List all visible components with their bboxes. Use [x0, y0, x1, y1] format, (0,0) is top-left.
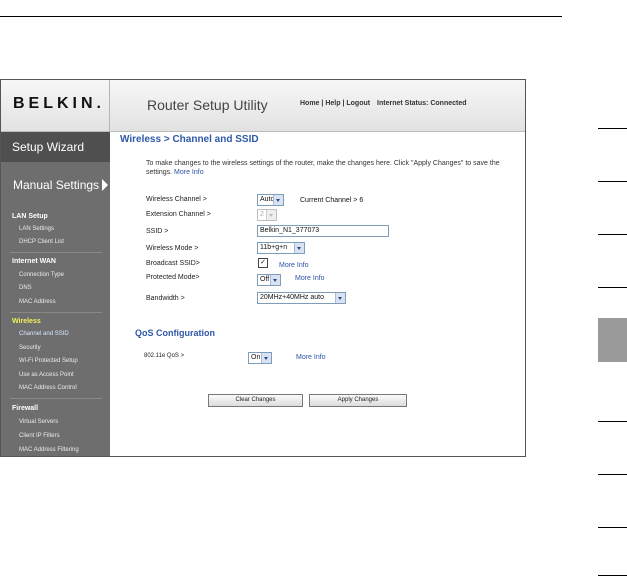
- sidebar-head-wireless[interactable]: Wireless: [12, 318, 41, 325]
- sidebar-item-dhcp-client-list[interactable]: DHCP Client List: [19, 239, 64, 245]
- sidebar-head-firewall[interactable]: Firewall: [12, 405, 38, 412]
- sidebar-item-mac-address-control[interactable]: MAC Address Control: [19, 385, 77, 391]
- sidebar-item-dns[interactable]: DNS: [19, 285, 32, 291]
- side-tab-marker: [598, 421, 627, 422]
- wireless-mode-value: 11b+g+n: [260, 244, 288, 251]
- sidebar-divider: [10, 398, 102, 399]
- broadcast-ssid-label: Broadcast SSID>: [146, 260, 200, 267]
- sidebar-divider: [10, 312, 102, 313]
- extension-channel-value: 2: [260, 211, 264, 218]
- wireless-mode-label: Wireless Mode >: [146, 245, 199, 252]
- internet-status-label: Internet Status:: [377, 100, 429, 107]
- chevron-down-icon: [335, 293, 345, 303]
- broadcast-ssid-checkbox[interactable]: ✓: [258, 258, 268, 268]
- side-tab-marker: [598, 575, 627, 576]
- top-nav: Home | Help | Logout Internet Status: Co…: [300, 100, 467, 107]
- setup-wizard-link[interactable]: Setup Wizard: [1, 132, 110, 162]
- sidebar-item-wifi-protected-setup[interactable]: Wi-Fi Protected Setup: [19, 358, 78, 364]
- apply-changes-button[interactable]: Apply Changes: [309, 394, 407, 407]
- top-rule: [0, 16, 562, 17]
- belkin-logo: BELKIN.: [13, 95, 105, 112]
- bandwidth-select[interactable]: 20MHz+40MHz auto: [257, 292, 346, 304]
- main-content: Wireless > Channel and SSID To make chan…: [111, 132, 525, 456]
- header-divider: [109, 80, 110, 131]
- ssid-input[interactable]: Belkin_N1_377073: [257, 225, 389, 237]
- broadcast-more-info-link[interactable]: More Info: [279, 262, 309, 269]
- manual-settings-label: Manual Settings: [13, 178, 100, 192]
- chevron-down-icon: [270, 275, 280, 285]
- help-link[interactable]: Help: [325, 100, 340, 107]
- bandwidth-value: 20MHz+40MHz auto: [260, 294, 325, 301]
- sidebar-head-lan-setup[interactable]: LAN Setup: [12, 213, 48, 220]
- qos-more-info-link[interactable]: More Info: [296, 354, 326, 361]
- intro-text: To make changes to the wireless settings…: [146, 159, 501, 177]
- wireless-mode-select[interactable]: 11b+g+n: [257, 242, 305, 254]
- extension-channel-select[interactable]: 2: [257, 209, 277, 221]
- side-tab-marker: [598, 474, 627, 475]
- internet-status-value: Connected: [430, 100, 467, 107]
- nav-separator: |: [321, 100, 324, 107]
- home-link[interactable]: Home: [300, 100, 319, 107]
- sidebar-item-channel-and-ssid[interactable]: Channel and SSID: [19, 331, 69, 337]
- sidebar-item-client-ip-filters[interactable]: Client IP Filters: [19, 433, 60, 439]
- current-channel-text: Current Channel > 6: [300, 197, 364, 204]
- protected-more-info-link[interactable]: More Info: [295, 275, 325, 282]
- sidebar-item-mac-address[interactable]: MAC Address: [19, 299, 56, 305]
- qos-section-title: QoS Configuration: [135, 328, 215, 338]
- sidebar-item-security[interactable]: Security: [19, 345, 41, 351]
- sidebar-item-connection-type[interactable]: Connection Type: [19, 272, 64, 278]
- app-title: Router Setup Utility: [147, 97, 268, 113]
- clear-changes-button[interactable]: Clear Changes: [208, 394, 303, 407]
- side-tab-marker: [598, 128, 627, 129]
- more-info-link[interactable]: More Info: [174, 169, 204, 176]
- nav-separator: |: [342, 100, 345, 107]
- sidebar-item-virtual-servers[interactable]: Virtual Servers: [19, 419, 58, 425]
- manual-settings-link[interactable]: Manual Settings: [13, 178, 109, 192]
- qos-select[interactable]: On: [248, 352, 272, 364]
- qos-label: 802.11e QoS >: [144, 353, 185, 359]
- side-tab-marker: [598, 527, 627, 528]
- protected-mode-label: Protected Mode>: [146, 274, 200, 281]
- qos-value: On: [251, 354, 261, 361]
- extension-channel-label: Extension Channel >: [146, 211, 211, 218]
- chevron-down-icon: [261, 353, 271, 363]
- chevron-down-icon: [266, 210, 276, 220]
- sidebar-item-mac-address-filtering[interactable]: MAC Address Filtering: [19, 447, 79, 453]
- bandwidth-label: Bandwidth >: [146, 295, 185, 302]
- side-tab-marker: [598, 234, 627, 235]
- arrow-right-icon: [102, 179, 109, 191]
- side-tab-marker: [598, 181, 627, 182]
- protected-mode-select[interactable]: Off: [257, 274, 281, 286]
- side-tab-marker: [598, 287, 627, 288]
- sidebar-item-lan-settings[interactable]: LAN Settings: [19, 226, 54, 232]
- sidebar: Setup Wizard Manual Settings LAN Setup L…: [1, 132, 110, 456]
- sidebar-item-use-as-access-point[interactable]: Use as Access Point: [19, 372, 74, 378]
- logout-link[interactable]: Logout: [346, 100, 370, 107]
- side-tab-active: [598, 318, 627, 362]
- sidebar-divider: [10, 252, 102, 253]
- router-window: BELKIN. Router Setup Utility Home | Help…: [0, 79, 526, 457]
- chevron-down-icon: [273, 195, 283, 205]
- wireless-channel-select[interactable]: Auto: [257, 194, 284, 206]
- ssid-label: SSID >: [146, 228, 169, 235]
- chevron-down-icon: [294, 243, 304, 253]
- wireless-channel-label: Wireless Channel >: [146, 196, 207, 203]
- protected-mode-value: Off: [260, 276, 270, 283]
- header: BELKIN. Router Setup Utility Home | Help…: [1, 80, 525, 132]
- page-title: Wireless > Channel and SSID: [120, 134, 259, 145]
- sidebar-head-internet-wan[interactable]: Internet WAN: [12, 258, 56, 265]
